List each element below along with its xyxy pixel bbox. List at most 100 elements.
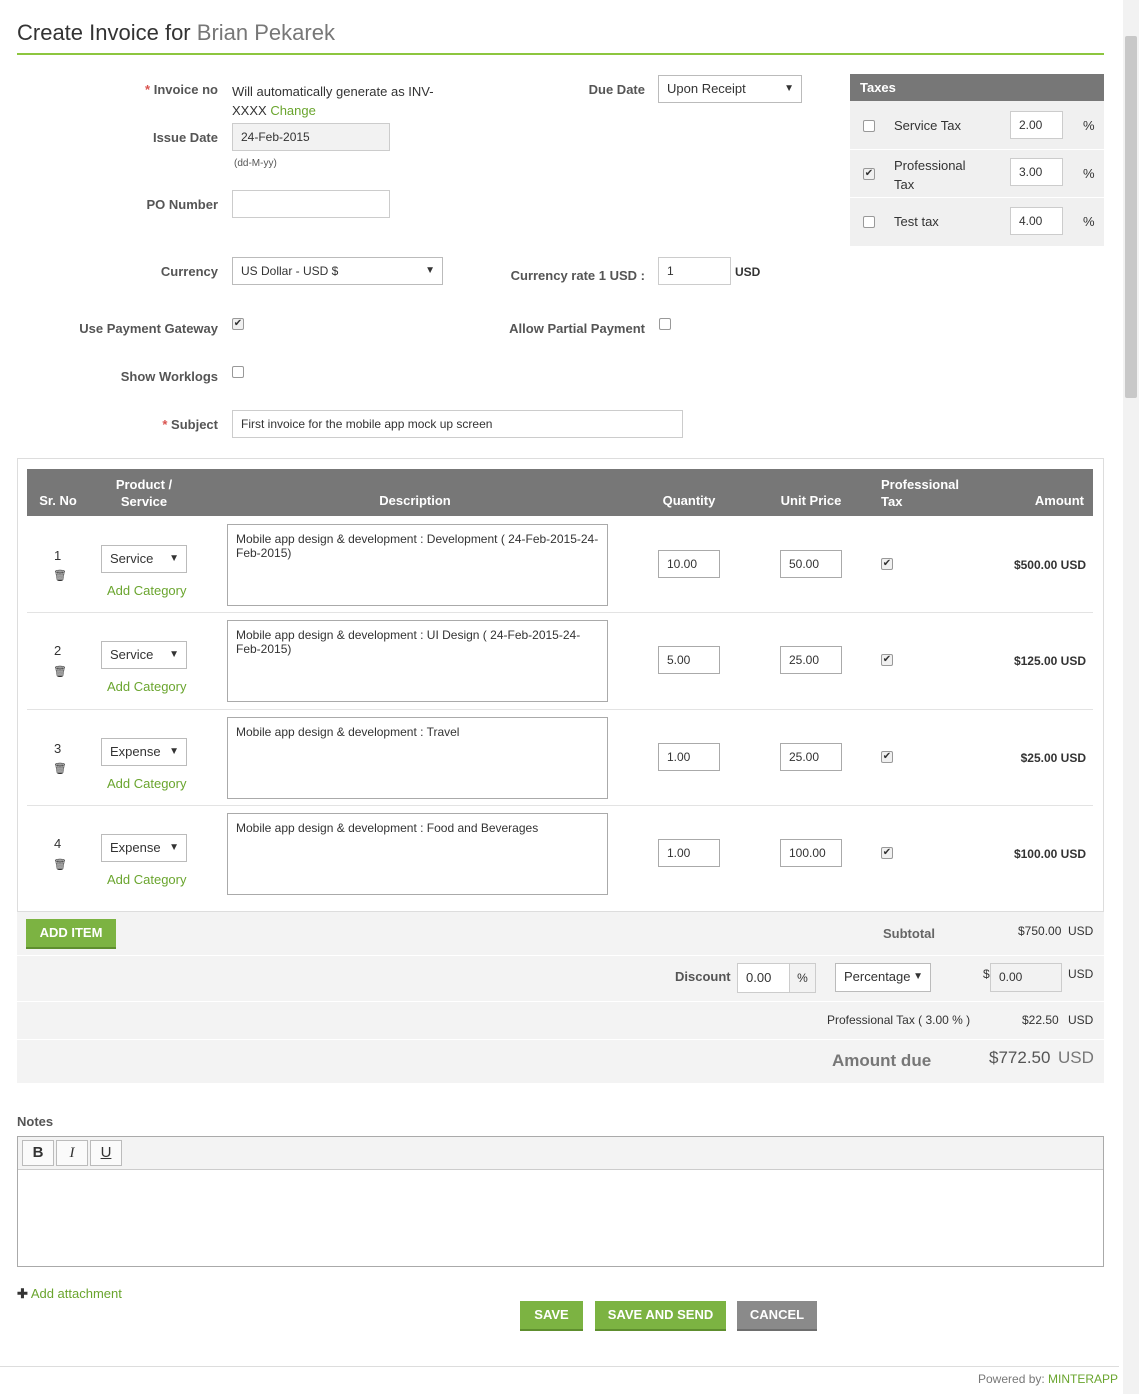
save-and-send-button[interactable]: SAVE AND SEND — [595, 1301, 726, 1331]
professional-tax-input[interactable]: 3.00 — [1010, 158, 1063, 186]
item-quantity-input[interactable]: 1.00 — [658, 743, 720, 771]
test-tax-checkbox[interactable] — [863, 216, 875, 228]
add-category-link[interactable]: Add Category — [107, 776, 187, 791]
footer-divider — [0, 1366, 1119, 1367]
page-title-prefix: Create Invoice for — [17, 20, 191, 45]
add-item-button[interactable]: ADD ITEM — [26, 919, 116, 949]
col-sr-no: Sr. No — [39, 493, 77, 508]
professional-tax-checkbox[interactable]: ✔ — [863, 168, 875, 180]
item-description[interactable]: Mobile app design & development : UI Des… — [227, 620, 608, 702]
discount-input[interactable]: 0.00 — [737, 963, 790, 993]
partial-payment-checkbox[interactable] — [659, 318, 671, 330]
po-number-input[interactable] — [232, 190, 390, 218]
subject-input[interactable]: First invoice for the mobile app mock up… — [232, 410, 683, 438]
professional-tax-name-line1: Professional — [894, 158, 966, 173]
page-title: Create Invoice for Brian Pekarek — [17, 20, 335, 46]
client-name: Brian Pekarek — [196, 20, 335, 45]
trash-icon[interactable]: 🗑 — [53, 762, 67, 775]
col-product-line2: Service — [120, 494, 168, 509]
chevron-down-icon: ▼ — [425, 265, 435, 276]
item-description[interactable]: Mobile app design & development : Food a… — [227, 813, 608, 895]
issue-date-label: Issue Date — [152, 130, 218, 145]
underline-button[interactable]: U — [90, 1140, 122, 1166]
item-unit-price-input[interactable]: 50.00 — [780, 550, 842, 578]
currency-select[interactable]: US Dollar - USD $ ▼ — [232, 257, 443, 285]
invoice-no-label: * Invoice no — [60, 82, 218, 97]
item-unit-price-input[interactable]: 100.00 — [780, 839, 842, 867]
item-quantity-input[interactable]: 1.00 — [658, 839, 720, 867]
notes-label: Notes — [17, 1114, 54, 1129]
item-amount: $125.00 USD — [1013, 654, 1086, 668]
item-quantity-input[interactable]: 5.00 — [658, 646, 720, 674]
discount-unit: % — [789, 963, 816, 993]
trash-icon[interactable]: 🗑 — [53, 665, 67, 678]
trash-icon[interactable]: 🗑 — [53, 569, 67, 582]
taxes-header: Taxes — [850, 74, 1104, 101]
discount-amount-input[interactable]: 0.00 — [990, 963, 1062, 992]
plus-icon: ✚ — [17, 1286, 28, 1301]
subtotal-row — [17, 912, 1104, 955]
tax-row-divider — [850, 197, 1104, 198]
row-sr-no: 2 — [54, 643, 62, 658]
powered-by-label: Powered by: — [978, 1372, 1045, 1386]
item-type-select[interactable]: Service ▼ — [101, 545, 187, 573]
currency-rate-input[interactable]: 1 — [658, 257, 731, 285]
due-date-label: Due Date — [588, 82, 645, 97]
add-category-link[interactable]: Add Category — [107, 872, 187, 887]
item-type-select[interactable]: Expense ▼ — [101, 738, 187, 766]
notes-toolbar — [18, 1137, 1103, 1170]
amount-due-currency: USD — [1058, 1048, 1094, 1067]
discount-row — [17, 956, 1104, 1001]
title-divider — [17, 53, 1104, 55]
col-amount: Amount — [1034, 493, 1084, 508]
percent-sign: % — [1083, 166, 1095, 181]
item-tax-checkbox[interactable]: ✔ — [881, 847, 893, 859]
bold-button[interactable]: B — [22, 1140, 54, 1166]
save-button[interactable]: SAVE — [520, 1301, 583, 1331]
issue-date-input[interactable]: 24-Feb-2015 — [232, 123, 390, 151]
item-quantity-input[interactable]: 10.00 — [658, 550, 720, 578]
chevron-down-icon: ▼ — [169, 649, 179, 660]
line-items-header: Sr. No Product / Service Description Qua… — [27, 469, 1093, 516]
item-tax-checkbox[interactable]: ✔ — [881, 654, 893, 666]
scrollbar-thumb[interactable] — [1125, 36, 1137, 398]
item-type-value: Service — [110, 551, 154, 566]
show-worklogs-label: Show Worklogs — [120, 369, 218, 384]
service-tax-checkbox[interactable] — [863, 120, 875, 132]
test-tax-input[interactable]: 4.00 — [1010, 207, 1063, 235]
italic-button[interactable]: I — [56, 1140, 88, 1166]
item-type-value: Expense — [110, 840, 161, 855]
col-quantity: Quantity — [662, 493, 716, 508]
service-tax-input[interactable]: 2.00 — [1010, 111, 1063, 139]
item-unit-price-input[interactable]: 25.00 — [780, 646, 842, 674]
percent-sign: % — [1083, 214, 1095, 229]
item-tax-checkbox[interactable]: ✔ — [881, 751, 893, 763]
discount-type-select[interactable]: Percentage ▼ — [835, 963, 931, 992]
date-format-hint: (dd-M-yy) — [234, 158, 277, 169]
currency-rate-unit: USD — [735, 265, 761, 279]
cancel-button[interactable]: CANCEL — [737, 1301, 817, 1331]
currency-label: Currency — [160, 264, 218, 279]
row-divider — [27, 805, 1093, 806]
item-description[interactable]: Mobile app design & development : Travel — [227, 717, 608, 799]
add-attachment-link[interactable]: ✚ Add attachment — [17, 1286, 122, 1302]
partial-payment-label: Allow Partial Payment — [509, 321, 645, 336]
add-category-link[interactable]: Add Category — [107, 583, 187, 598]
due-date-select[interactable]: Upon Receipt ▼ — [658, 75, 802, 103]
item-tax-checkbox[interactable]: ✔ — [881, 558, 893, 570]
tax-row-divider — [850, 149, 1104, 150]
brand-link[interactable]: MINTERAPP — [1048, 1372, 1118, 1386]
show-worklogs-checkbox[interactable] — [232, 366, 244, 378]
payment-gateway-checkbox[interactable]: ✔ — [232, 318, 244, 330]
item-description[interactable]: Mobile app design & development : Develo… — [227, 524, 608, 606]
tax-total-label: Professional Tax ( 3.00 % ) — [827, 1013, 971, 1027]
item-type-select[interactable]: Expense ▼ — [101, 834, 187, 862]
notes-textarea[interactable] — [18, 1171, 1103, 1266]
item-unit-price-input[interactable]: 25.00 — [780, 743, 842, 771]
change-invoice-no-link[interactable]: Change — [270, 103, 316, 118]
add-category-link[interactable]: Add Category — [107, 679, 187, 694]
trash-icon[interactable]: 🗑 — [53, 858, 67, 871]
item-amount: $500.00 USD — [1013, 558, 1086, 572]
item-type-select[interactable]: Service ▼ — [101, 641, 187, 669]
col-description: Description — [379, 493, 451, 508]
